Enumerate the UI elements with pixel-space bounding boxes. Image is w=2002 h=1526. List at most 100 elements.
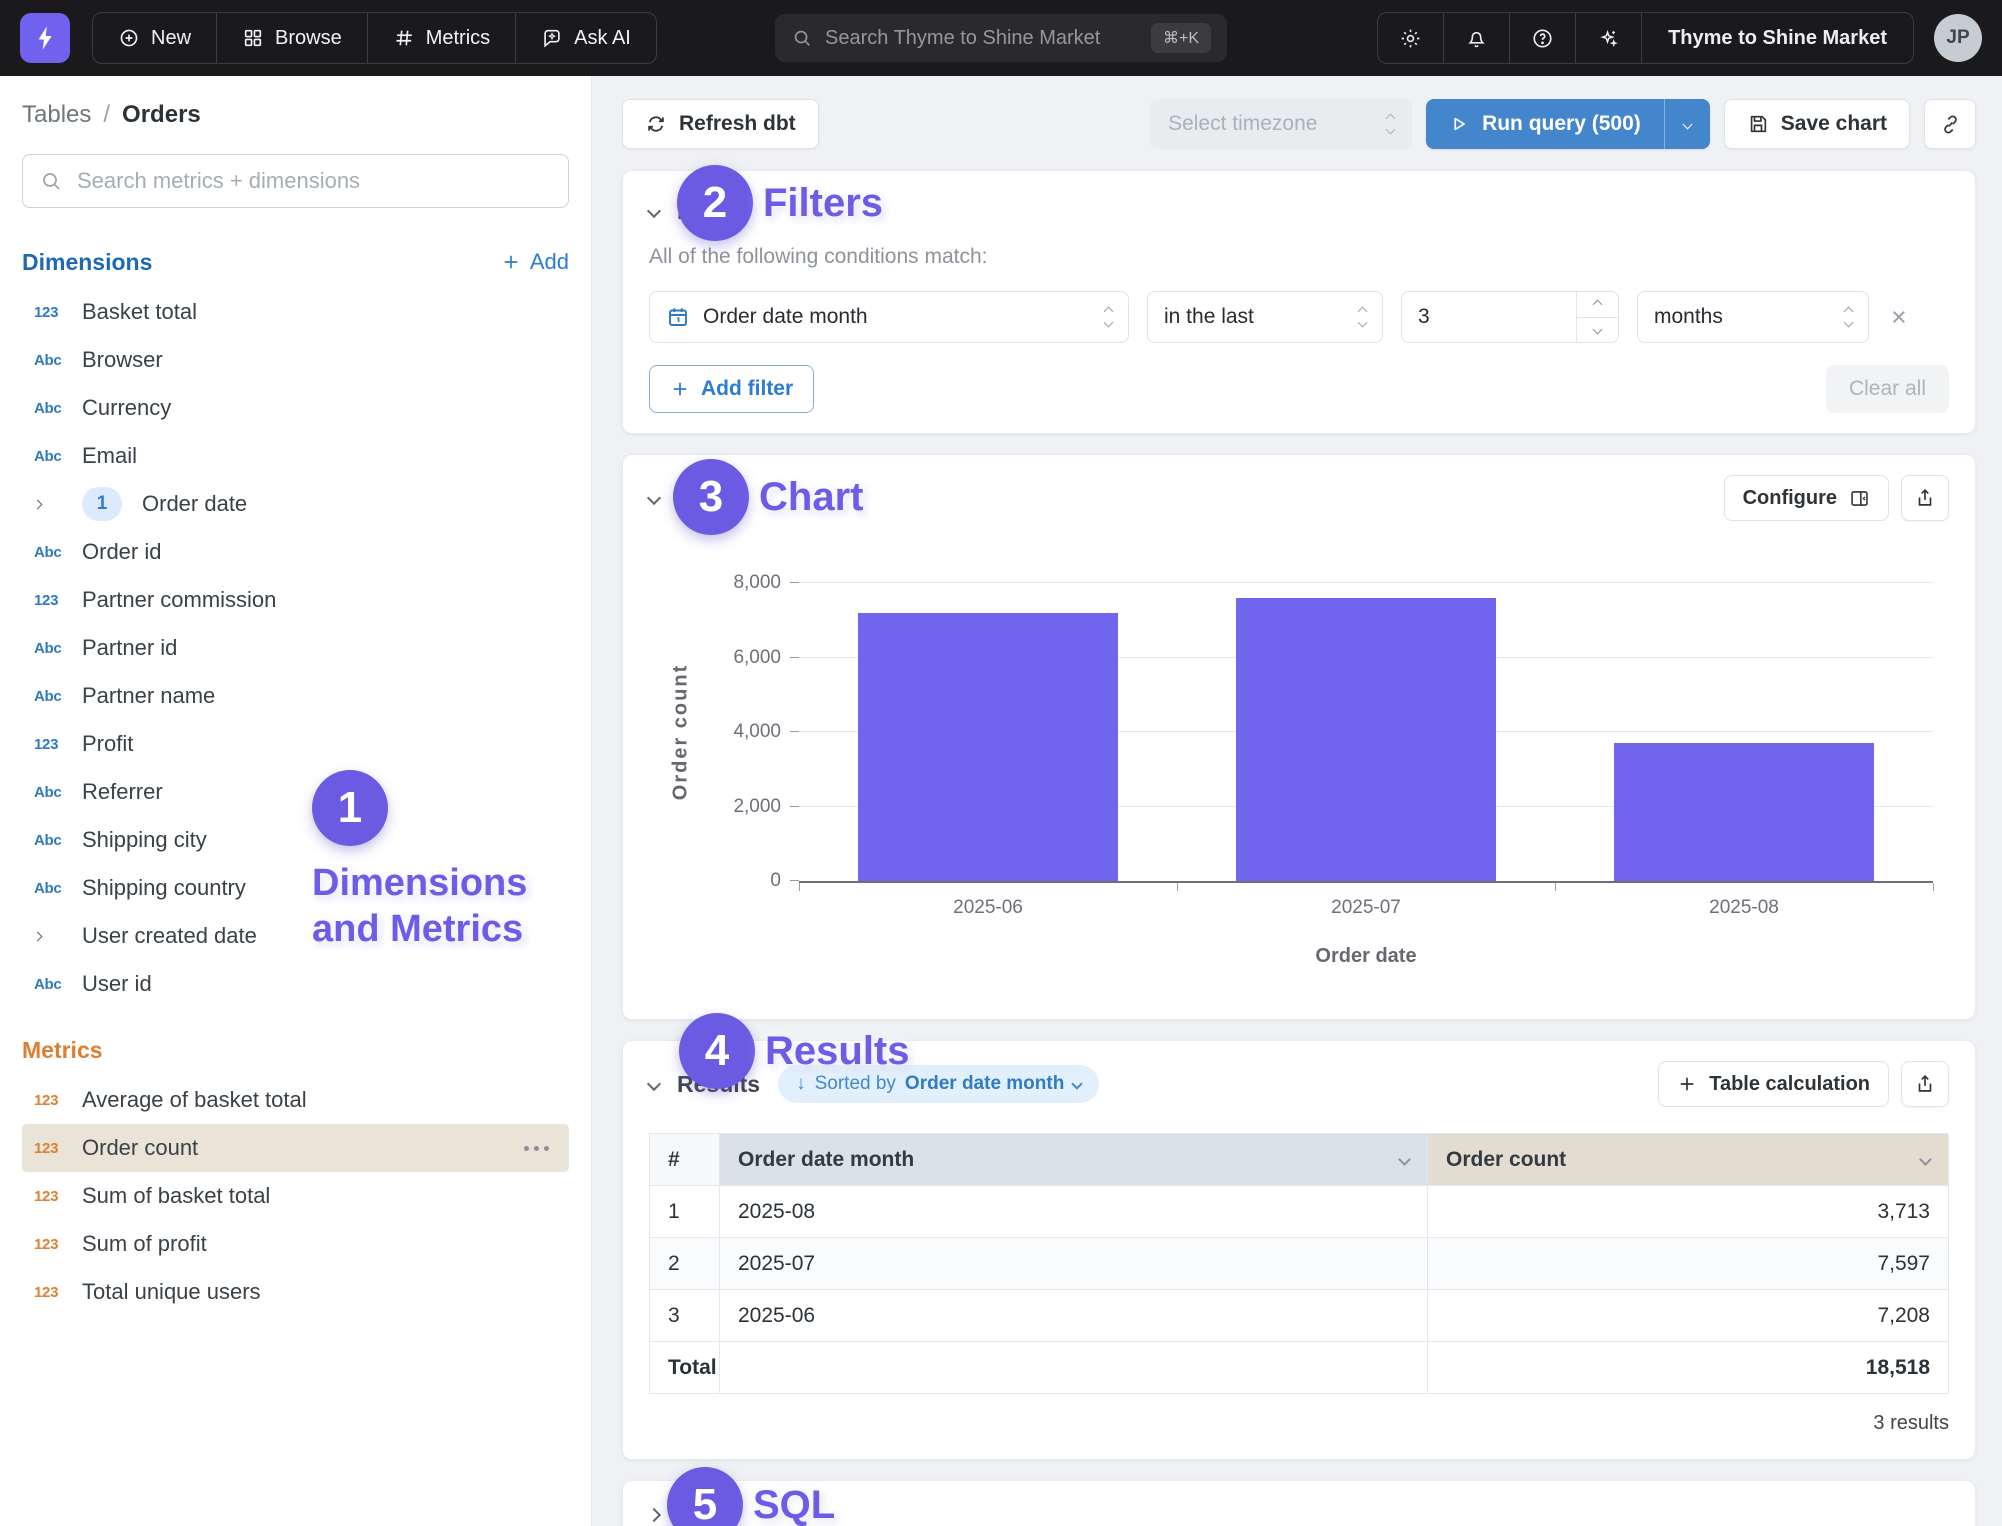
add-filter-button[interactable]: Add filter bbox=[649, 365, 814, 413]
number-type-icon: 123 bbox=[34, 736, 82, 753]
plus-icon bbox=[1677, 1074, 1697, 1094]
dimension-cell[interactable]: 2025-08 bbox=[720, 1186, 1428, 1238]
metric-cell[interactable]: 7,597 bbox=[1428, 1238, 1949, 1290]
collapse-chevron-icon[interactable] bbox=[649, 1079, 659, 1089]
filters-condition-text: All of the following conditions match: bbox=[649, 245, 1949, 269]
sidebar-dimension-item[interactable]: 123Basket total bbox=[22, 288, 569, 336]
sidebar-metric-item[interactable]: 123Sum of basket total bbox=[22, 1172, 569, 1220]
overflow-menu-icon[interactable] bbox=[534, 1146, 539, 1151]
global-search-input[interactable] bbox=[825, 27, 1139, 50]
filter-unit-select[interactable]: months bbox=[1637, 291, 1869, 343]
global-search[interactable]: ⌘+K bbox=[775, 14, 1227, 62]
chevron-down-icon[interactable] bbox=[1398, 1153, 1411, 1166]
column-header-metric[interactable]: Order count bbox=[1428, 1134, 1949, 1186]
save-chart-button[interactable]: Save chart bbox=[1724, 99, 1910, 149]
sidebar-dimension-item[interactable]: AbcCurrency bbox=[22, 384, 569, 432]
x-tick-mark bbox=[1933, 883, 1934, 891]
ai-sparkles-button[interactable] bbox=[1575, 13, 1641, 63]
sql-card-header[interactable]: SQL bbox=[649, 1495, 1949, 1526]
sidebar-metric-item[interactable]: 123Order count bbox=[22, 1124, 569, 1172]
column-header-content: Order date month bbox=[738, 1148, 1409, 1172]
chevron-right-icon[interactable] bbox=[34, 501, 82, 508]
sidebar-dimension-item[interactable]: 1Order date bbox=[22, 480, 569, 528]
number-type-icon: 123 bbox=[34, 1284, 82, 1301]
sidebar-dimension-item[interactable]: AbcBrowser bbox=[22, 336, 569, 384]
sidebar-dimension-item[interactable]: AbcShipping country bbox=[22, 864, 569, 912]
remove-filter-button[interactable]: × bbox=[1891, 304, 1907, 331]
sidebar-dimension-item[interactable]: 123Partner commission bbox=[22, 576, 569, 624]
ask-ai-button[interactable]: Ask AI bbox=[515, 13, 656, 63]
app-logo[interactable] bbox=[20, 13, 70, 63]
sidebar-dimension-item[interactable]: AbcPartner id bbox=[22, 624, 569, 672]
metrics-button[interactable]: Metrics bbox=[367, 13, 515, 63]
chevron-down-icon[interactable] bbox=[1919, 1153, 1932, 1166]
metric-cell[interactable]: 7,208 bbox=[1428, 1290, 1949, 1342]
sidebar-dimension-item[interactable]: AbcEmail bbox=[22, 432, 569, 480]
sidebar-dimension-item[interactable]: AbcPartner name bbox=[22, 672, 569, 720]
sidebar-metric-item[interactable]: 123Average of basket total bbox=[22, 1076, 569, 1124]
user-avatar[interactable]: JP bbox=[1934, 14, 1982, 62]
sidebar-dimension-item[interactable]: AbcUser id bbox=[22, 960, 569, 1008]
dimension-cell[interactable]: 2025-06 bbox=[720, 1290, 1428, 1342]
row-index-cell[interactable]: 3 bbox=[650, 1290, 720, 1342]
export-results-button[interactable] bbox=[1901, 1061, 1949, 1107]
filter-value-input[interactable] bbox=[1402, 305, 1576, 329]
sidebar-metric-item[interactable]: 123Total unique users bbox=[22, 1268, 569, 1316]
breadcrumb-tables-link[interactable]: Tables bbox=[22, 101, 91, 129]
collapse-chevron-icon[interactable] bbox=[649, 1510, 659, 1520]
stepper-up-button[interactable] bbox=[1577, 292, 1618, 318]
metric-cell[interactable]: 3,713 bbox=[1428, 1186, 1949, 1238]
field-label: User created date bbox=[82, 923, 553, 949]
column-header-dimension[interactable]: Order date month bbox=[720, 1134, 1428, 1186]
run-query-button-group: Run query (500) bbox=[1426, 99, 1710, 149]
table-calculation-label: Table calculation bbox=[1709, 1073, 1870, 1096]
fields-search[interactable] bbox=[22, 154, 569, 208]
sorted-by-pill[interactable]: ↓ Sorted by Order date month bbox=[778, 1065, 1099, 1103]
browse-button[interactable]: Browse bbox=[216, 13, 367, 63]
dimension-cell[interactable]: 2025-07 bbox=[720, 1238, 1428, 1290]
sparkles-icon bbox=[1597, 27, 1620, 50]
row-index-cell[interactable]: 1 bbox=[650, 1186, 720, 1238]
total-label-cell: Total bbox=[650, 1342, 720, 1394]
clear-all-button[interactable]: Clear all bbox=[1826, 365, 1949, 413]
chart-card-header[interactable]: Chart Configure bbox=[649, 475, 1949, 521]
configure-button[interactable]: Configure bbox=[1724, 475, 1889, 521]
table-row: 22025-077,597 bbox=[650, 1238, 1949, 1290]
add-dimension-button[interactable]: Add bbox=[501, 249, 569, 275]
sidebar-dimension-item[interactable]: AbcReferrer bbox=[22, 768, 569, 816]
fields-search-input[interactable] bbox=[77, 168, 552, 194]
refresh-dbt-button[interactable]: Refresh dbt bbox=[622, 99, 819, 149]
filter-field-value: Order date month bbox=[703, 305, 868, 329]
row-index-cell[interactable]: 2 bbox=[650, 1238, 720, 1290]
sidebar-dimension-item[interactable]: AbcOrder id bbox=[22, 528, 569, 576]
navbar-right: Thyme to Shine Market JP bbox=[1377, 12, 1982, 64]
collapse-chevron-icon[interactable] bbox=[649, 493, 659, 503]
run-query-dropdown-button[interactable] bbox=[1664, 99, 1710, 149]
sidebar-dimension-item[interactable]: User created date bbox=[22, 912, 569, 960]
notifications-button[interactable] bbox=[1443, 13, 1509, 63]
filters-actions-row: Add filter Clear all bbox=[649, 365, 1949, 413]
run-query-button[interactable]: Run query (500) bbox=[1426, 99, 1664, 149]
export-chart-button[interactable] bbox=[1901, 475, 1949, 521]
help-button[interactable] bbox=[1509, 13, 1575, 63]
settings-button[interactable] bbox=[1378, 13, 1443, 63]
search-icon bbox=[791, 27, 813, 49]
collapse-chevron-icon[interactable] bbox=[649, 206, 659, 216]
filter-field-select[interactable]: Order date month bbox=[649, 291, 1129, 343]
share-icon bbox=[1914, 487, 1936, 509]
org-name-button[interactable]: Thyme to Shine Market bbox=[1641, 13, 1913, 63]
sidebar-dimension-item[interactable]: 123Profit bbox=[22, 720, 569, 768]
stepper-down-button[interactable] bbox=[1577, 318, 1618, 343]
field-label: Profit bbox=[82, 731, 553, 757]
results-card-header[interactable]: Results ↓ Sorted by Order date month Tab… bbox=[649, 1061, 1949, 1107]
filter-operator-select[interactable]: in the last bbox=[1147, 291, 1383, 343]
share-link-button[interactable] bbox=[1924, 99, 1976, 149]
table-calculation-button[interactable]: Table calculation bbox=[1658, 1061, 1889, 1107]
gear-icon bbox=[1399, 27, 1422, 50]
sidebar-metric-item[interactable]: 123Sum of profit bbox=[22, 1220, 569, 1268]
new-button[interactable]: New bbox=[93, 13, 216, 63]
filters-card-header[interactable]: Filters bbox=[649, 191, 1949, 231]
timezone-select[interactable]: Select timezone bbox=[1150, 99, 1412, 149]
chevron-right-icon[interactable] bbox=[34, 933, 82, 940]
sidebar-dimension-item[interactable]: AbcShipping city bbox=[22, 816, 569, 864]
